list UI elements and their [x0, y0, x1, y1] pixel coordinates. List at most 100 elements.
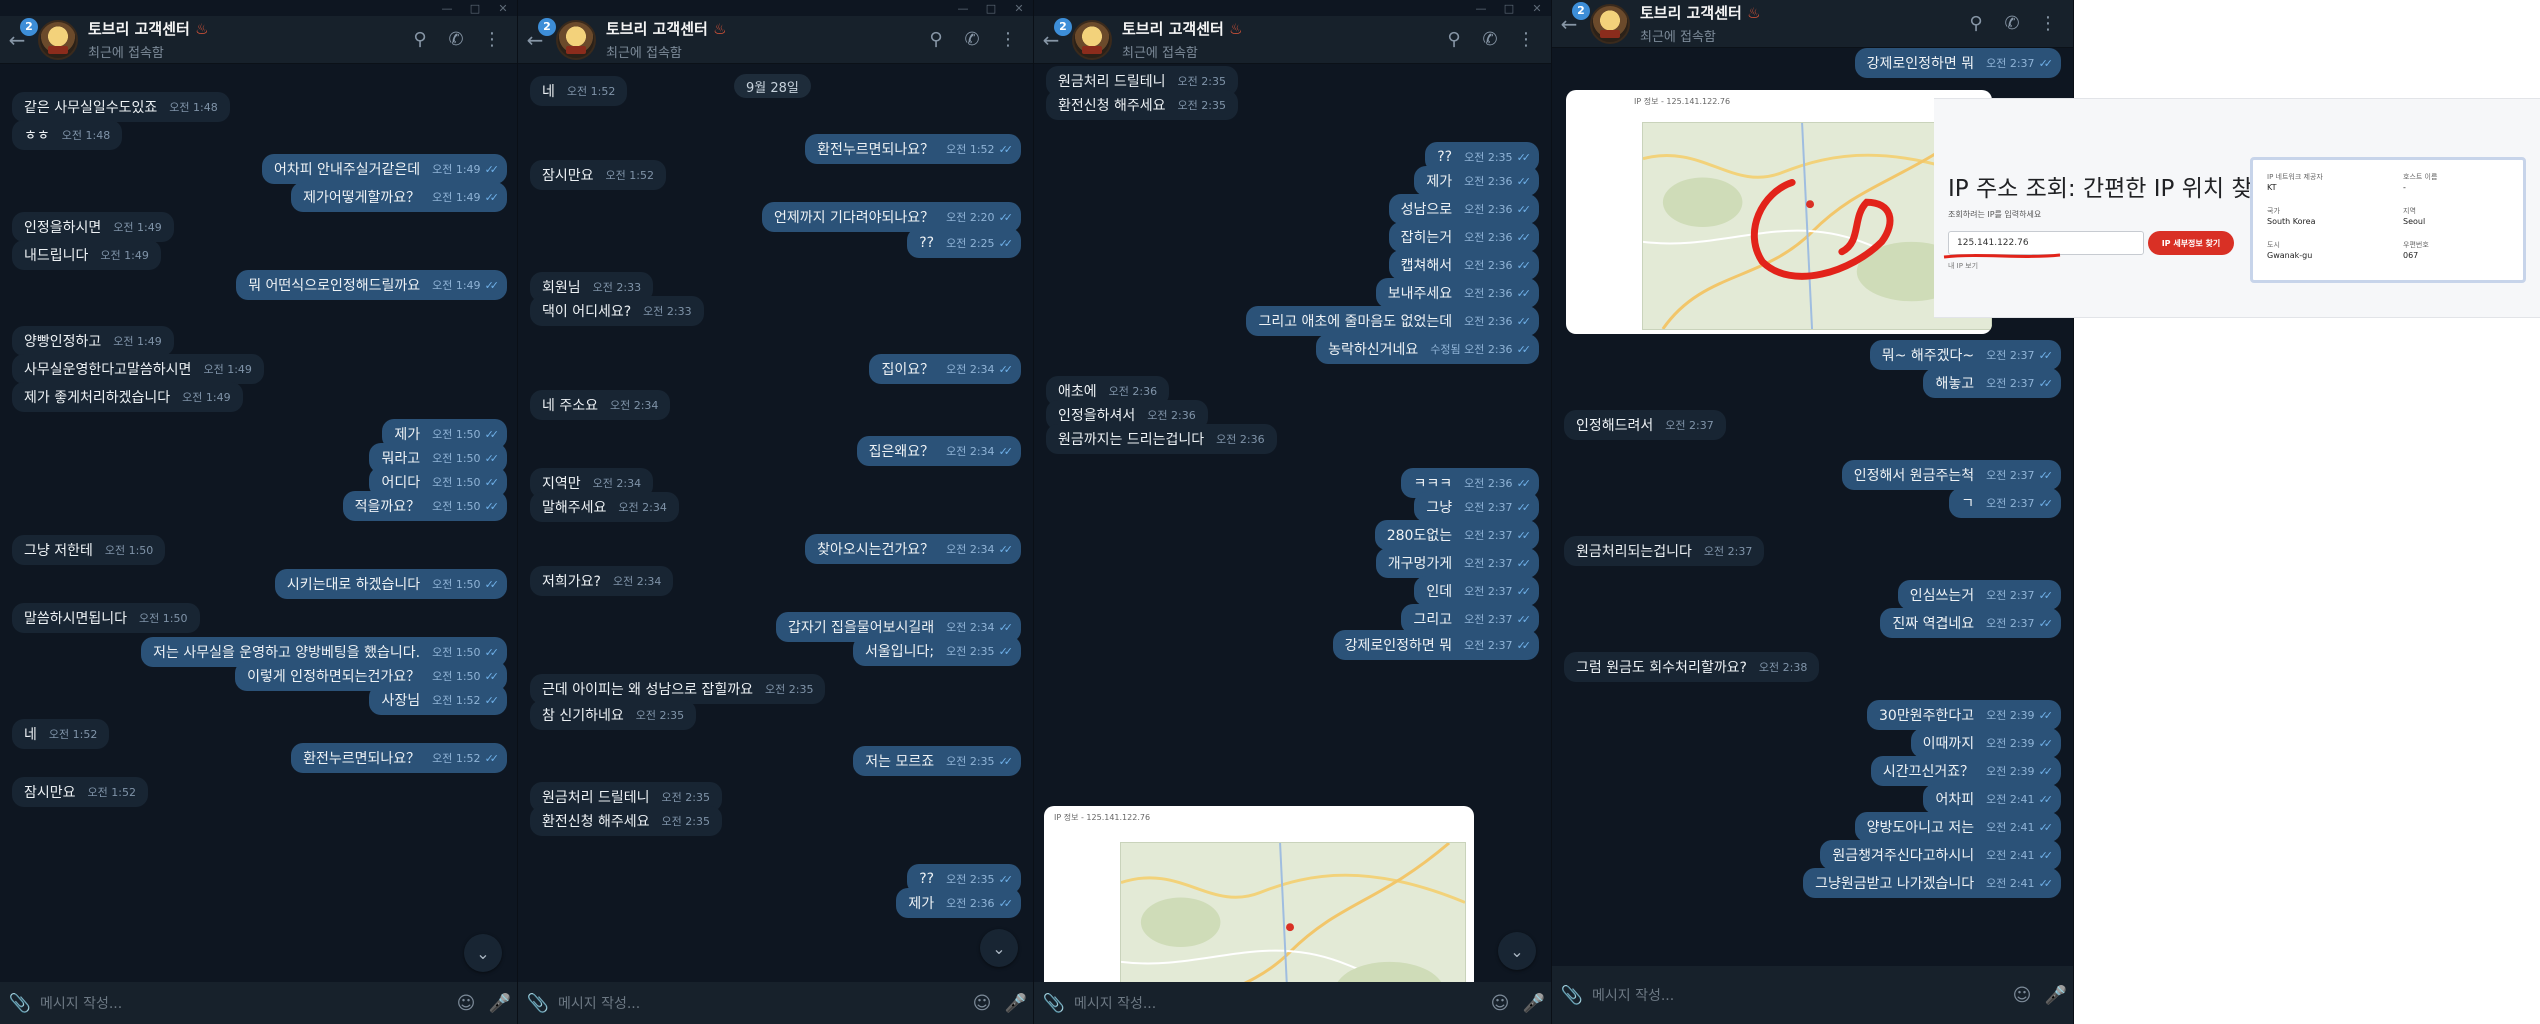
outgoing-message[interactable]: 제가 오전 2:36 ✓✓: [896, 888, 1021, 918]
close-icon[interactable]: ✕: [489, 0, 517, 16]
phone-icon[interactable]: ✆: [2001, 13, 2023, 34]
outgoing-message[interactable]: 성남으로 오전 2:36 ✓✓: [1388, 194, 1539, 224]
more-menu-icon[interactable]: ⋮: [2037, 13, 2059, 34]
incoming-message[interactable]: 잠시만요 오전 1:52: [12, 777, 148, 807]
outgoing-message[interactable]: 제가 오전 2:36 ✓✓: [1414, 166, 1539, 196]
more-menu-icon[interactable]: ⋮: [1515, 29, 1537, 50]
outgoing-message[interactable]: 이때까지 오전 2:39 ✓✓: [1910, 728, 2061, 758]
outgoing-message[interactable]: 시키는대로 하겠습니다 오전 1:50 ✓✓: [274, 569, 507, 599]
incoming-message[interactable]: 그럼 원금도 회수처리할까요? 오전 2:38: [1564, 652, 1820, 682]
incoming-message[interactable]: 댁이 어디세요? 오전 2:33: [530, 296, 704, 326]
message-input[interactable]: 메시지 작성...: [40, 993, 449, 1013]
maximize-icon[interactable]: □: [1495, 0, 1523, 16]
emoji-icon[interactable]: ☺: [449, 993, 483, 1014]
microphone-icon[interactable]: 🎤: [483, 993, 517, 1014]
search-icon[interactable]: ⚲: [925, 29, 947, 50]
outgoing-message[interactable]: 인심쓰는거 오전 2:37 ✓✓: [1897, 580, 2061, 610]
outgoing-message[interactable]: 원금챙겨주신다고하시니 오전 2:41 ✓✓: [1820, 840, 2061, 870]
avatar[interactable]: [1072, 19, 1112, 60]
outgoing-message[interactable]: 잡히는거 오전 2:36 ✓✓: [1388, 222, 1539, 252]
incoming-message[interactable]: ㅎㅎ 오전 1:48: [12, 120, 123, 150]
outgoing-message[interactable]: 양방도아니고 저는 오전 2:41 ✓✓: [1854, 812, 2061, 842]
back-button[interactable]: ← 2: [1034, 16, 1072, 64]
scroll-down-button[interactable]: ⌄: [464, 934, 502, 972]
outgoing-message[interactable]: 어차피 안내주실거같은데 오전 1:49 ✓✓: [261, 154, 507, 184]
outgoing-message[interactable]: 30만원주한다고 오전 2:39 ✓✓: [1867, 700, 2061, 730]
outgoing-message[interactable]: 캡쳐해서 오전 2:36 ✓✓: [1388, 250, 1539, 280]
more-menu-icon[interactable]: ⋮: [997, 29, 1019, 50]
incoming-message[interactable]: 내드립니다 오전 1:49: [12, 240, 161, 270]
map-screenshot-message[interactable]: IP 정보 - 125.141.122.76: [1044, 806, 1474, 982]
phone-icon[interactable]: ✆: [961, 29, 983, 50]
incoming-message[interactable]: 인정을하시면 오전 1:49: [12, 212, 174, 242]
search-icon[interactable]: ⚲: [1965, 13, 1987, 34]
incoming-message[interactable]: 저희가요? 오전 2:34: [530, 566, 674, 596]
avatar[interactable]: [1590, 3, 1630, 44]
more-menu-icon[interactable]: ⋮: [481, 29, 503, 50]
incoming-message[interactable]: 네 오전 1:52: [530, 76, 628, 106]
incoming-message[interactable]: 양빵인정하고 오전 1:49: [12, 326, 174, 356]
outgoing-message[interactable]: 농락하신거네요 수정됨 오전 2:36 ✓✓: [1316, 334, 1539, 364]
outgoing-message[interactable]: 어차피 오전 2:41 ✓✓: [1923, 784, 2061, 814]
incoming-message[interactable]: 환전신청 해주세요 오전 2:35: [530, 806, 722, 836]
outgoing-message[interactable]: 집이요？ 오전 2:34 ✓✓: [869, 354, 1021, 384]
microphone-icon[interactable]: 🎤: [2039, 985, 2073, 1006]
incoming-message[interactable]: 원금처리되는겁니다 오전 2:37: [1564, 536, 1765, 566]
minimize-icon[interactable]: —: [1467, 0, 1495, 16]
message-input[interactable]: 메시지 작성...: [1592, 985, 2005, 1005]
ip-lookup-button[interactable]: IP 세부정보 찾기: [2148, 231, 2234, 255]
ip-lookup-screenshot-message[interactable]: IP 정보 - 125.141.122.76: [1566, 90, 1992, 334]
outgoing-message[interactable]: 해놓고 오전 2:37 ✓✓: [1923, 368, 2061, 398]
incoming-message[interactable]: 말씀하시면됩니다 오전 1:50: [12, 603, 200, 633]
avatar[interactable]: [556, 19, 596, 60]
close-icon[interactable]: ✕: [1005, 0, 1033, 16]
outgoing-message[interactable]: 환전누르면되나요？ 오전 1:52 ✓✓: [291, 743, 507, 773]
outgoing-message[interactable]: 강제로인정하면 뭐 오전 2:37 ✓✓: [1332, 630, 1539, 660]
outgoing-message[interactable]: ㄱ 오전 2:37 ✓✓: [1949, 488, 2061, 518]
outgoing-message[interactable]: 제가어떻게할까요？ 오전 1:49 ✓✓: [291, 182, 507, 212]
incoming-message[interactable]: 말해주세요 오전 2:34: [530, 492, 679, 522]
outgoing-message[interactable]: 집은왜요？ 오전 2:34 ✓✓: [856, 436, 1021, 466]
attach-icon[interactable]: 📎: [1034, 993, 1074, 1014]
outgoing-message[interactable]: 인정해서 원금주는척 오전 2:37 ✓✓: [1841, 460, 2061, 490]
outgoing-message[interactable]: 보내주세요 오전 2:36 ✓✓: [1375, 278, 1539, 308]
search-icon[interactable]: ⚲: [409, 29, 431, 50]
outgoing-message[interactable]: 강제로인정하면 뭐 오전 2:37 ✓✓: [1854, 48, 2061, 78]
incoming-message[interactable]: 같은 사무실일수도있죠 오전 1:48: [12, 92, 230, 122]
emoji-icon[interactable]: ☺: [965, 993, 999, 1014]
message-input[interactable]: 메시지 작성...: [558, 993, 965, 1013]
outgoing-message[interactable]: 280도없는 오전 2:37 ✓✓: [1374, 520, 1539, 550]
microphone-icon[interactable]: 🎤: [999, 993, 1033, 1014]
microphone-icon[interactable]: 🎤: [1517, 993, 1551, 1014]
outgoing-message[interactable]: ?? 오전 2:25 ✓✓: [907, 228, 1021, 258]
outgoing-message[interactable]: 그냥원금받고 나가겠습니다 오전 2:41 ✓✓: [1803, 868, 2061, 898]
emoji-icon[interactable]: ☺: [1483, 993, 1517, 1014]
scroll-down-button[interactable]: ⌄: [1498, 932, 1536, 970]
incoming-message[interactable]: 네 오전 1:52: [12, 719, 110, 749]
incoming-message[interactable]: 그냥 저한테 오전 1:50: [12, 535, 166, 565]
close-icon[interactable]: ✕: [1523, 0, 1551, 16]
maximize-icon[interactable]: □: [461, 0, 489, 16]
incoming-message[interactable]: 환전신청 해주세요 오전 2:35: [1046, 90, 1238, 120]
outgoing-message[interactable]: 뭐~ 해주겠다~ 오전 2:37 ✓✓: [1869, 340, 2061, 370]
minimize-icon[interactable]: —: [433, 0, 461, 16]
message-list[interactable]: IP 정보 - 125.141.122.76 원금처리 드릴테니 오전 2:35 환…: [1034, 64, 1551, 982]
outgoing-message[interactable]: 인데 오전 2:37 ✓✓: [1414, 576, 1539, 606]
outgoing-message[interactable]: 진짜 역겹네요 오전 2:37 ✓✓: [1880, 608, 2061, 638]
incoming-message[interactable]: 원금까지는 드리는겁니다 오전 2:36: [1046, 424, 1277, 454]
attach-icon[interactable]: 📎: [1552, 985, 1592, 1006]
search-icon[interactable]: ⚲: [1443, 29, 1465, 50]
incoming-message[interactable]: 인정해드려서 오전 2:37: [1564, 410, 1726, 440]
incoming-message[interactable]: 사무실운영한다고말씀하시면 오전 1:49: [12, 354, 264, 384]
maximize-icon[interactable]: □: [977, 0, 1005, 16]
outgoing-message[interactable]: 찾아오시는건가요？ 오전 2:34 ✓✓: [805, 534, 1021, 564]
message-input[interactable]: 메시지 작성...: [1074, 993, 1483, 1013]
message-list[interactable]: 9월 28일 네 오전 1:52 환전누르면되나요？ 오전 1:52 ✓✓ 잠시만요 오전 …: [518, 64, 1033, 982]
outgoing-message[interactable]: 사장님 오전 1:52 ✓✓: [369, 685, 507, 715]
outgoing-message[interactable]: 그냥 오전 2:37 ✓✓: [1414, 492, 1539, 522]
outgoing-message[interactable]: 시간끄신거죠？ 오전 2:39 ✓✓: [1870, 756, 2061, 786]
outgoing-message[interactable]: 환전누르면되나요？ 오전 1:52 ✓✓: [805, 134, 1021, 164]
incoming-message[interactable]: 참 신기하네요 오전 2:35: [530, 700, 697, 730]
message-list[interactable]: 같은 사무실일수도있죠 오전 1:48 ㅎㅎ 오전 1:48 어차피 안내주실거같은데 오…: [0, 64, 517, 982]
incoming-message[interactable]: 제가 좋게처리하겠습니다 오전 1:49: [12, 382, 243, 412]
